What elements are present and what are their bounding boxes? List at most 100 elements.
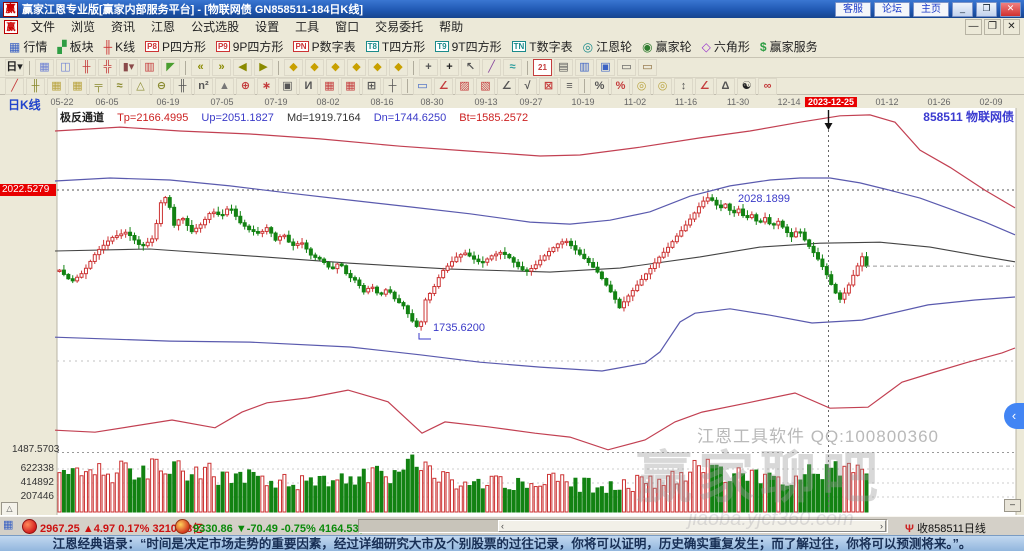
drawing-tool-icon[interactable]: ▦: [47, 77, 66, 95]
toolbar-button-9P四方形[interactable]: P9 9P四方形: [211, 37, 288, 56]
menu-item-设置[interactable]: 设置: [247, 20, 287, 34]
menu-item-资讯[interactable]: 资讯: [103, 20, 143, 34]
menu-item-文件[interactable]: 文件: [23, 20, 63, 34]
drawing-tool-icon[interactable]: ↕: [674, 77, 693, 95]
toolbar-button-T四方形[interactable]: T8 T四方形: [361, 37, 431, 56]
drawing-tool-icon[interactable]: ▦: [68, 77, 87, 95]
drawing-tool-icon[interactable]: ∠: [695, 77, 714, 95]
drawing-tool-icon[interactable]: ◤: [161, 59, 180, 76]
drawing-tool-icon[interactable]: ∗: [257, 77, 276, 95]
menu-item-窗口[interactable]: 窗口: [327, 20, 367, 34]
drawing-tool-icon[interactable]: ▤: [554, 59, 573, 76]
drawing-tool-icon[interactable]: ▲: [215, 77, 234, 95]
drawing-tool-icon[interactable]: ⊖: [152, 77, 171, 95]
drawing-tool-icon[interactable]: И: [299, 77, 318, 95]
drawing-tool-icon[interactable]: ▥: [140, 59, 159, 76]
scroll-right-arrow[interactable]: ›: [880, 521, 883, 532]
drawing-tool-icon[interactable]: ▨: [455, 77, 474, 95]
drawing-tool-icon[interactable]: ◆: [347, 59, 366, 76]
drawing-tool-icon[interactable]: ∠: [497, 77, 516, 95]
drawing-tool-icon[interactable]: ≈: [110, 77, 129, 95]
toolbar-button-板块[interactable]: ▞ 板块: [52, 37, 98, 56]
drawing-tool-icon[interactable]: ╫: [77, 59, 96, 76]
drawing-tool-icon[interactable]: ▭: [413, 77, 432, 95]
menu-item-工具[interactable]: 工具: [287, 20, 327, 34]
drawing-tool-icon[interactable]: √: [518, 77, 537, 95]
toolbar-button-赢家轮[interactable]: ◉ 赢家轮: [637, 37, 697, 56]
drawing-tool-icon[interactable]: ╫: [26, 77, 45, 95]
drawing-tool-icon[interactable]: ≡: [560, 77, 579, 95]
toolbar-button-行情[interactable]: ▦ 行情: [4, 37, 52, 56]
drawing-tool-icon[interactable]: ◆: [284, 59, 303, 76]
drawing-tool-icon[interactable]: +: [440, 59, 459, 76]
toolbar-button-T数字表[interactable]: TN T数字表: [507, 37, 578, 56]
restore-button[interactable]: ❐: [976, 2, 997, 17]
drawing-tool-icon[interactable]: %: [611, 77, 630, 95]
mdi-restore-button[interactable]: ❐: [984, 19, 1001, 35]
toolbar-button-六角形[interactable]: ◇ 六角形: [697, 37, 755, 56]
menu-item-公式选股[interactable]: 公式选股: [183, 20, 247, 34]
sz-index-icon[interactable]: [175, 519, 190, 534]
drawing-tool-icon[interactable]: ┼: [383, 77, 402, 95]
collapse-panel-button[interactable]: ‹: [1004, 403, 1024, 429]
drawing-tool-icon[interactable]: ◆: [305, 59, 324, 76]
menu-item-交易委托[interactable]: 交易委托: [367, 20, 431, 34]
drawing-tool-icon[interactable]: «: [191, 59, 210, 76]
drawing-tool-icon[interactable]: ▭: [638, 59, 657, 76]
drawing-tool-icon[interactable]: ◆: [326, 59, 345, 76]
drawing-tool-icon[interactable]: ◎: [632, 77, 651, 95]
forum-button[interactable]: 论坛: [874, 2, 910, 17]
menu-item-江恩[interactable]: 江恩: [143, 20, 183, 34]
kline-period-tab[interactable]: 日K线: [8, 96, 41, 113]
toolbar-button-赢家服务[interactable]: $ 赢家服务: [755, 37, 823, 56]
support-button[interactable]: 客服: [835, 2, 871, 17]
drawing-tool-icon[interactable]: ▶: [254, 59, 273, 76]
drawing-tool-icon[interactable]: ╱: [482, 59, 501, 76]
drawing-tool-icon[interactable]: ☯: [737, 77, 756, 95]
drawing-tool-icon[interactable]: ◎: [653, 77, 672, 95]
mdi-minimize-button[interactable]: —: [965, 19, 982, 35]
drawing-tool-icon[interactable]: ▭: [617, 59, 636, 76]
drawing-tool-icon[interactable]: n²: [194, 77, 213, 95]
mdi-close-button[interactable]: ✕: [1003, 19, 1020, 35]
menu-item-帮助[interactable]: 帮助: [431, 20, 471, 34]
drawing-tool-icon[interactable]: △: [131, 77, 150, 95]
minimize-button[interactable]: _: [952, 2, 973, 17]
drawing-tool-icon[interactable]: ≈: [503, 59, 522, 76]
drawing-tool-icon[interactable]: 21: [533, 59, 552, 76]
drawing-tool-icon[interactable]: ▦: [35, 59, 54, 76]
volume-pane-minus-button[interactable]: –: [1004, 499, 1021, 512]
homepage-button[interactable]: 主页: [913, 2, 949, 17]
scroll-left-arrow[interactable]: ‹: [501, 521, 504, 532]
drawing-tool-icon[interactable]: ╫: [173, 77, 192, 95]
toolbar-button-江恩轮[interactable]: ◎ 江恩轮: [578, 37, 638, 56]
drawing-tool-icon[interactable]: ▣: [278, 77, 297, 95]
drawing-tool-icon[interactable]: ⊕: [236, 77, 255, 95]
drawing-tool-icon[interactable]: ∞: [758, 77, 777, 95]
sh-index-icon[interactable]: [22, 519, 37, 534]
volume-pane-expand-button[interactable]: △: [1, 502, 18, 516]
drawing-tool-icon[interactable]: ▥: [575, 59, 594, 76]
drawing-tool-icon[interactable]: »: [212, 59, 231, 76]
sz-index-quote[interactable]: 9330.86 ▼-70.49 -0.75% 4164.53亿: [193, 520, 370, 536]
drawing-tool-icon[interactable]: ▣: [596, 59, 615, 76]
drawing-tool-icon[interactable]: ⊠: [539, 77, 558, 95]
drawing-tool-icon[interactable]: ↖: [461, 59, 480, 76]
menu-item-浏览[interactable]: 浏览: [63, 20, 103, 34]
drawing-tool-icon[interactable]: ◫: [56, 59, 75, 76]
close-button[interactable]: ✕: [1000, 2, 1021, 17]
drawing-tool-icon[interactable]: 日▾: [5, 59, 24, 76]
toolbar-button-9T四方形[interactable]: T9 9T四方形: [430, 37, 506, 56]
drawing-tool-icon[interactable]: ╤: [89, 77, 108, 95]
drawing-tool-icon[interactable]: ∠: [434, 77, 453, 95]
drawing-tool-icon[interactable]: ⊞: [362, 77, 381, 95]
quote-grid-icon[interactable]: ▦: [3, 519, 18, 532]
toolbar-button-P四方形[interactable]: P8 P四方形: [140, 37, 211, 56]
toolbar-button-P数字表[interactable]: PN P数字表: [288, 37, 360, 56]
drawing-tool-icon[interactable]: ◆: [389, 59, 408, 76]
drawing-tool-icon[interactable]: %: [590, 77, 609, 95]
chart-area[interactable]: 日K线 05-22 06-05 06-19 07-05 07-19 08-02 08-16 0…: [0, 95, 1024, 516]
drawing-tool-icon[interactable]: ▧: [476, 77, 495, 95]
drawing-tool-icon[interactable]: ▦: [320, 77, 339, 95]
drawing-tool-icon[interactable]: +: [419, 59, 438, 76]
